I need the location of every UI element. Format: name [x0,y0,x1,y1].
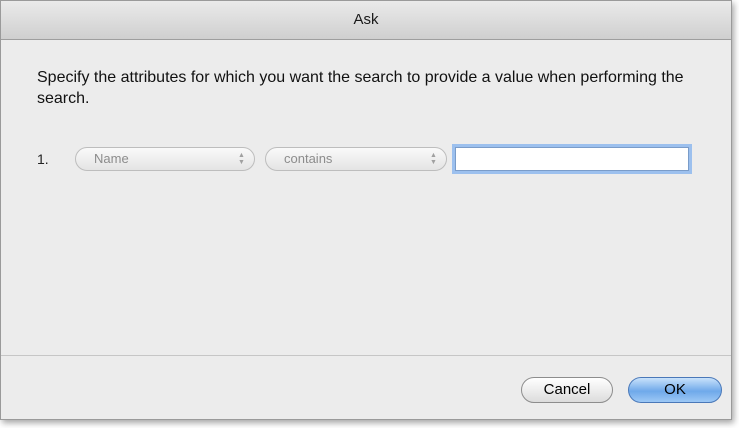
updown-arrows-icon: ▲ ▼ [238,152,245,166]
updown-arrows-icon: ▲ ▼ [430,152,437,166]
attribute-popup[interactable]: Name ▲ ▼ [75,147,255,171]
dialog-title: Ask [1,1,731,40]
operator-popup-label: contains [284,151,333,166]
cancel-button[interactable]: Cancel [521,377,613,403]
divider [1,355,731,356]
attribute-popup-label: Name [94,151,129,166]
ok-button[interactable]: OK [628,377,722,403]
search-value-input[interactable] [455,147,689,171]
operator-popup[interactable]: contains ▲ ▼ [265,147,447,171]
row-number: 1. [37,151,49,167]
ask-dialog: Ask Specify the attributes for which you… [0,0,732,420]
instruction-text: Specify the attributes for which you wan… [37,69,684,107]
